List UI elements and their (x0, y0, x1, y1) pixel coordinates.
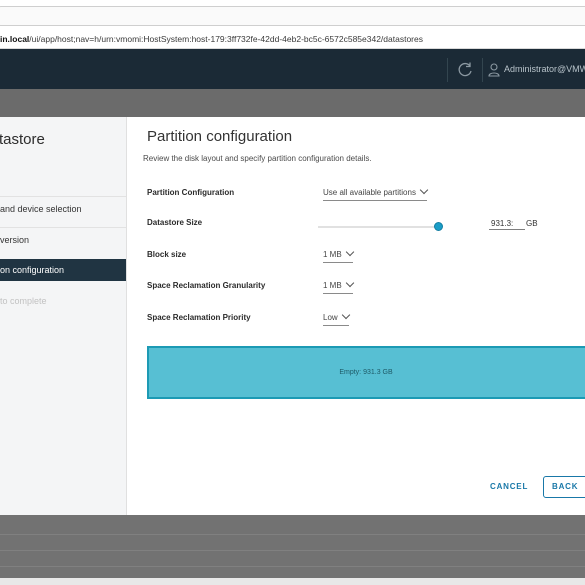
select-value: 1 MB (323, 281, 342, 290)
back-button[interactable]: BACK (543, 476, 585, 498)
wizard-step-version[interactable]: version (0, 229, 126, 251)
chevron-down-icon (419, 185, 429, 195)
block-size-label: Block size (147, 250, 187, 259)
space-reclamation-granularity-label: Space Reclamation Granularity (147, 281, 266, 290)
space-reclamation-priority-label: Space Reclamation Priority (147, 313, 251, 322)
chevron-down-icon (345, 247, 354, 257)
url-host: in.local (0, 34, 30, 44)
status-strip (0, 578, 585, 585)
step-divider (0, 227, 126, 228)
user-icon[interactable] (488, 63, 500, 77)
space-reclamation-granularity-select[interactable]: 1 MB (323, 278, 354, 294)
refresh-icon[interactable] (456, 61, 474, 79)
datastore-size-unit: GB (526, 219, 538, 228)
step-label: version (0, 235, 30, 245)
wizard-step-ready-to-complete: to complete (0, 290, 126, 312)
header-divider (447, 58, 448, 82)
page-subtitle: Review the disk layout and specify parti… (143, 154, 372, 163)
step-label: to complete (0, 296, 47, 306)
header-divider (482, 58, 483, 82)
wizard-title: tastore (0, 131, 45, 148)
cancel-button[interactable]: CANCEL (490, 482, 528, 491)
url-path: /ui/app/host;nav=h/urn:vmomi:HostSystem:… (29, 34, 423, 44)
address-bar[interactable]: in.local/ui/app/host;nav=h/urn:vmomi:Hos… (0, 30, 585, 49)
step-label: and device selection (0, 204, 82, 214)
step-divider (0, 196, 126, 197)
block-size-select[interactable]: 1 MB (323, 247, 354, 263)
partition-configuration-label: Partition Configuration (147, 188, 235, 197)
select-value: Low (323, 313, 338, 322)
wizard-step-device-selection[interactable]: and device selection (0, 198, 126, 220)
datastore-size-slider-track[interactable] (318, 226, 438, 228)
browser-toolbar-field[interactable] (0, 6, 585, 26)
step-label: on configuration (0, 265, 65, 275)
page-title: Partition configuration (147, 128, 293, 145)
chevron-down-icon (341, 310, 350, 320)
partition-empty-label: Empty: 931.3 GB (339, 369, 393, 376)
wizard-step-partition-configuration[interactable]: on configuration (0, 259, 126, 281)
chevron-down-icon (345, 278, 354, 288)
datastore-size-input[interactable]: 931.3: (489, 218, 525, 230)
browser-tabstrip (0, 0, 585, 31)
select-value: Use all available partitions (323, 188, 416, 197)
backdrop-line (0, 550, 585, 551)
backdrop-line (0, 566, 585, 567)
partition-configuration-select[interactable]: Use all available partitions (323, 185, 429, 201)
select-value: 1 MB (323, 250, 342, 259)
backdrop-line (0, 534, 585, 535)
wizard-steps-panel (0, 117, 127, 515)
datastore-size-label: Datastore Size (147, 218, 203, 227)
space-reclamation-priority-select[interactable]: Low (323, 310, 350, 326)
datastore-size-slider-handle[interactable] (433, 222, 443, 231)
user-menu[interactable]: Administrator@VMW (504, 62, 585, 76)
